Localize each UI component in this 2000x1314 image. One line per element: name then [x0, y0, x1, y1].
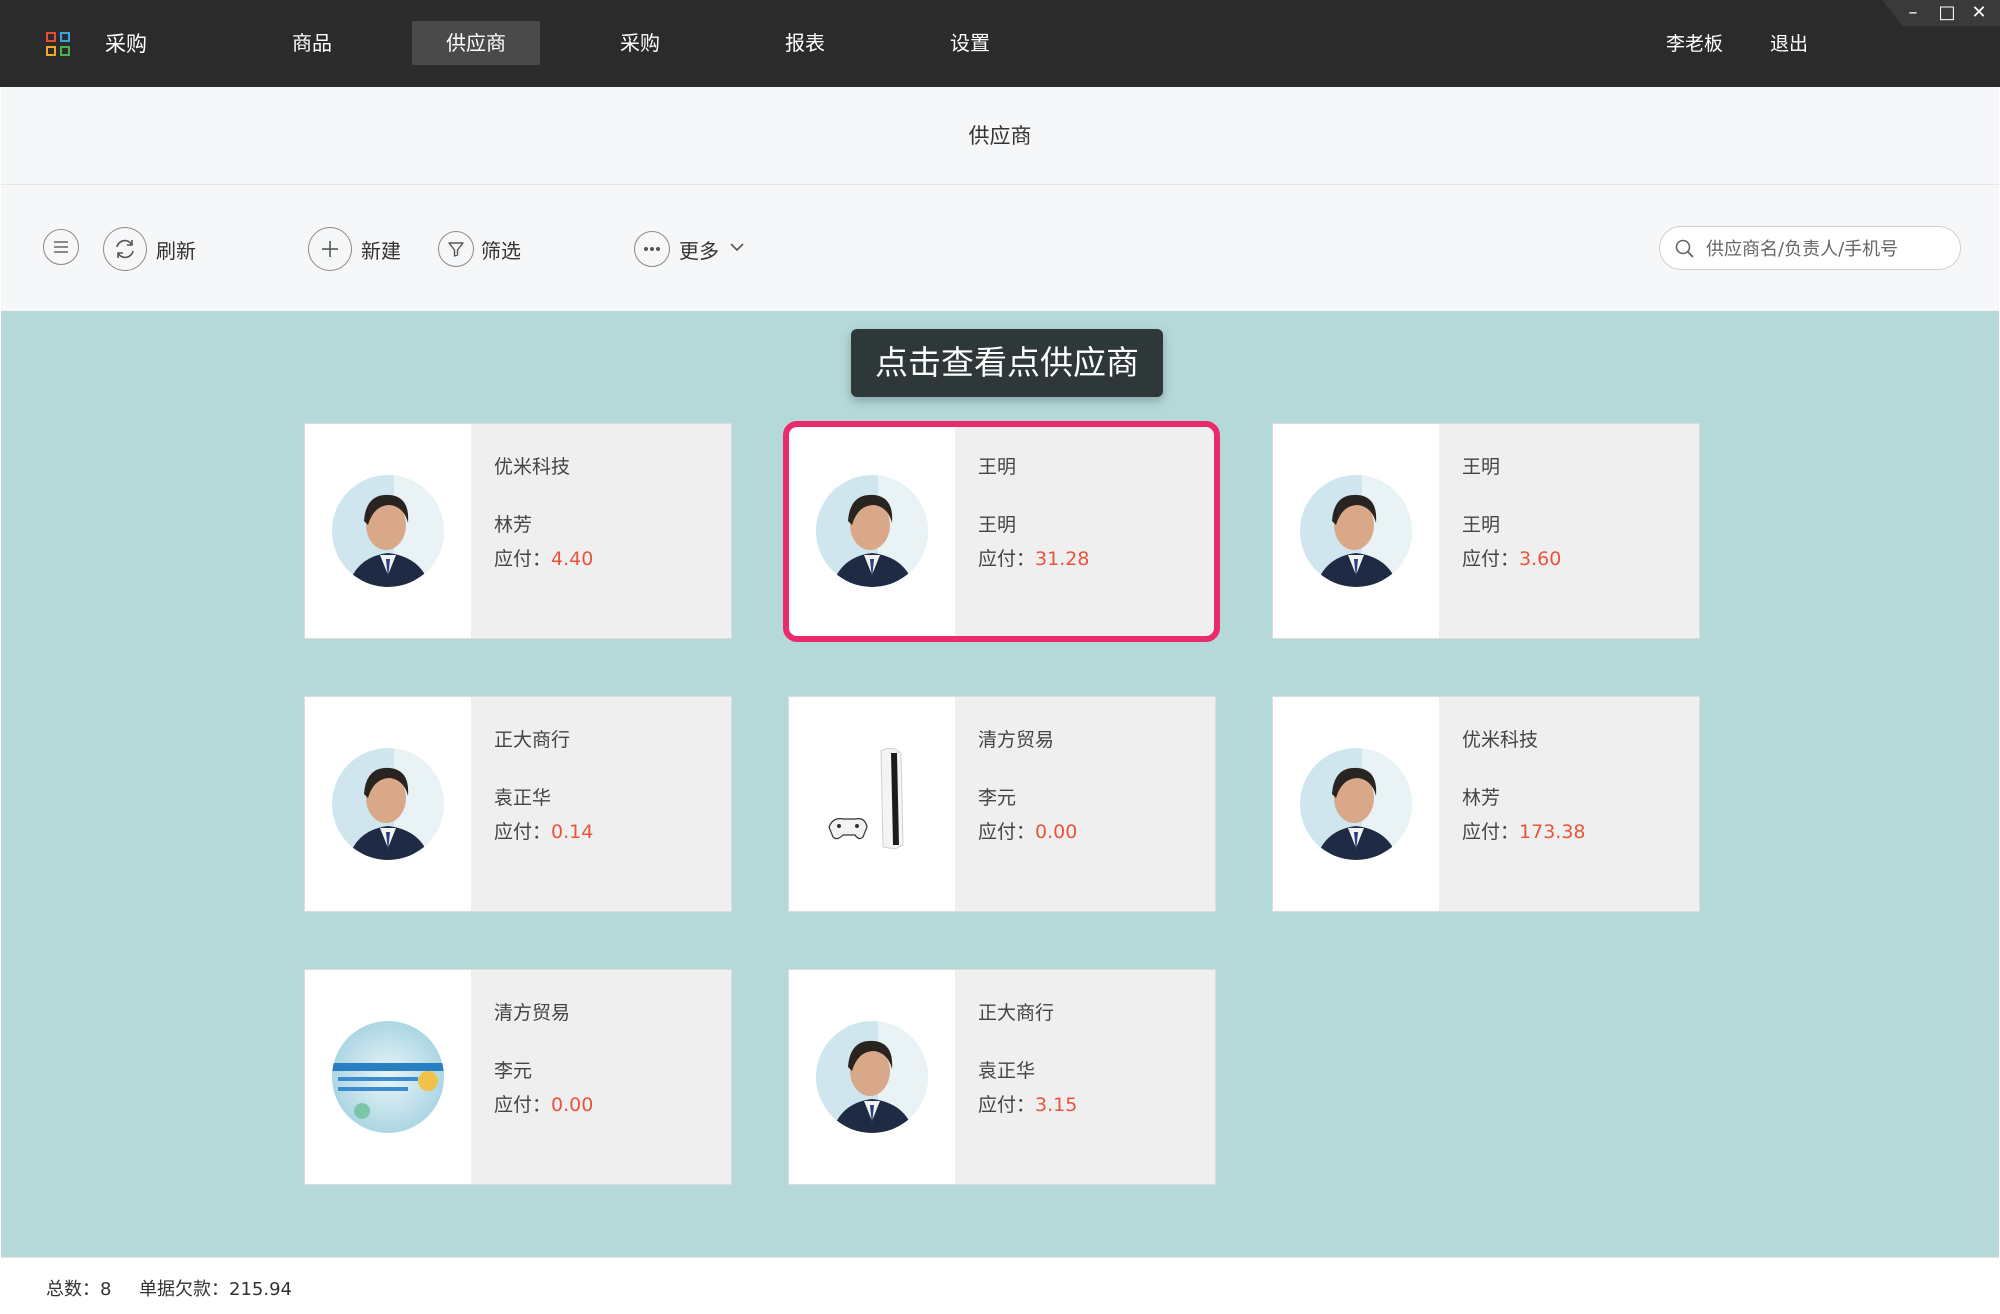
menu-toggle-button[interactable] — [43, 229, 79, 265]
filter-button[interactable] — [438, 231, 474, 267]
app-name: 采购 — [105, 32, 147, 56]
supplier-contact: 李元 — [494, 1060, 533, 1082]
page-title: 供应商 — [968, 124, 1032, 148]
minimize-button[interactable]: – — [1902, 2, 1924, 24]
supplier-due: 应付：0.14 — [494, 821, 594, 843]
supplier-due: 应付：3.15 — [978, 1094, 1078, 1116]
page-header: 供应商 — [1, 87, 1999, 185]
supplier-card[interactable]: 正大商行 袁正华 应付：0.14 — [305, 697, 731, 911]
supplier-name: 王明 — [1462, 456, 1501, 478]
supplier-name: 清方贸易 — [494, 1002, 571, 1024]
supplier-avatar — [1300, 475, 1412, 587]
refresh-button[interactable] — [103, 227, 147, 271]
refresh-icon — [116, 239, 134, 259]
maximize-button[interactable]: □ — [1936, 2, 1958, 24]
due-amount: 0.14 — [551, 821, 594, 843]
supplier-avatar — [332, 475, 444, 587]
person-portrait-icon — [332, 475, 444, 587]
supplier-avatar — [816, 475, 928, 587]
close-button[interactable]: ✕ — [1968, 2, 1990, 24]
supplier-avatar — [816, 1021, 928, 1133]
supplier-due: 应付：0.00 — [978, 821, 1078, 843]
due-amount: 3.15 — [1035, 1094, 1078, 1116]
supplier-due: 应付：173.38 — [1462, 821, 1586, 843]
supplier-name: 正大商行 — [978, 1002, 1055, 1024]
logout-button[interactable]: 退出 — [1770, 29, 1808, 56]
supplier-name: 清方贸易 — [978, 729, 1055, 751]
supplier-card[interactable]: 优米科技 林芳 应付：4.40 — [305, 424, 731, 638]
search-icon — [1675, 239, 1694, 258]
supplier-name: 优米科技 — [1462, 729, 1539, 751]
supplier-contact: 袁正华 — [978, 1060, 1036, 1082]
due-amount: 0.00 — [1035, 821, 1078, 843]
supplier-contact: 袁正华 — [494, 787, 552, 809]
nav-tab-reports[interactable]: 报表 — [741, 21, 869, 65]
person-portrait-icon — [816, 475, 928, 587]
filter-funnel-icon — [448, 242, 464, 257]
filter-label[interactable]: 筛选 — [481, 235, 521, 264]
due-amount: 31.28 — [1035, 548, 1090, 570]
add-supplier-label[interactable]: 新建 — [361, 235, 401, 264]
supplier-name: 优米科技 — [494, 456, 571, 478]
supplier-card[interactable]: 清方贸易 李元 应付：0.00 — [789, 697, 1215, 911]
person-portrait-icon — [332, 748, 444, 860]
outstanding-debt: 单据欠款：215.94 — [139, 1279, 292, 1300]
nav-tab-purchase[interactable]: 采购 — [576, 21, 704, 65]
supplier-due: 应付：4.40 — [494, 548, 594, 570]
due-amount: 0.00 — [551, 1094, 594, 1116]
ad-banner-image — [332, 1021, 444, 1133]
person-portrait-icon — [816, 1021, 928, 1133]
supplier-due: 应付：3.60 — [1462, 548, 1562, 570]
search-box[interactable] — [1659, 226, 1961, 270]
supplier-avatar — [332, 748, 444, 860]
supplier-contact: 李元 — [978, 787, 1017, 809]
supplier-name: 正大商行 — [494, 729, 571, 751]
due-amount: 4.40 — [551, 548, 594, 570]
person-portrait-icon — [1300, 748, 1412, 860]
supplier-contact: 王明 — [978, 514, 1017, 536]
supplier-card[interactable]: 清方贸易 李元 应付：0.00 — [305, 970, 731, 1184]
supplier-contact: 王明 — [1462, 514, 1501, 536]
plus-icon — [322, 241, 338, 257]
window-controls: – □ ✕ — [1882, 0, 2000, 26]
app-grid-icon[interactable] — [46, 32, 72, 58]
nav-tab-settings[interactable]: 设置 — [906, 21, 1034, 65]
supplier-card-highlighted[interactable]: 王明 王明 应付：31.28 — [789, 424, 1215, 638]
due-amount: 3.60 — [1519, 548, 1562, 570]
total-count: 总数：8 — [46, 1279, 112, 1300]
nav-tab-suppliers[interactable]: 供应商 — [412, 21, 540, 65]
supplier-due: 应付：31.28 — [978, 548, 1090, 570]
supplier-card[interactable]: 王明 王明 应付：3.60 — [1273, 424, 1699, 638]
top-nav-bar: 采购 商品 供应商 采购 报表 设置 李老板 退出 – □ ✕ — [0, 0, 2000, 87]
add-supplier-button[interactable] — [308, 227, 352, 271]
supplier-due: 应付：0.00 — [494, 1094, 594, 1116]
nav-tab-products[interactable]: 商品 — [248, 21, 376, 65]
person-portrait-icon — [1300, 475, 1412, 587]
refresh-label[interactable]: 刷新 — [156, 235, 196, 264]
current-user[interactable]: 李老板 — [1666, 29, 1723, 56]
status-footer: 总数：8 单据欠款：215.94 — [1, 1257, 1999, 1314]
supplier-card[interactable]: 正大商行 袁正华 应付：3.15 — [789, 970, 1215, 1184]
supplier-contact: 林芳 — [1462, 787, 1501, 809]
more-button[interactable] — [634, 231, 670, 267]
due-amount: 173.38 — [1519, 821, 1586, 843]
hint-tooltip: 点击查看点供应商 — [851, 329, 1163, 397]
supplier-card[interactable]: 优米科技 林芳 应付：173.38 — [1273, 697, 1699, 911]
more-label[interactable]: 更多 — [679, 235, 719, 264]
supplier-avatar — [332, 1021, 444, 1133]
search-input[interactable] — [1704, 233, 1948, 265]
chevron-down-icon[interactable] — [729, 242, 745, 252]
supplier-avatar — [1300, 748, 1412, 860]
supplier-name: 王明 — [978, 456, 1017, 478]
ellipsis-icon — [644, 247, 660, 251]
game-console-image — [828, 747, 904, 850]
list-menu-icon — [54, 241, 68, 253]
supplier-contact: 林芳 — [494, 514, 533, 536]
toolbar: 刷新 新建 筛选 更多 — [1, 185, 1999, 311]
